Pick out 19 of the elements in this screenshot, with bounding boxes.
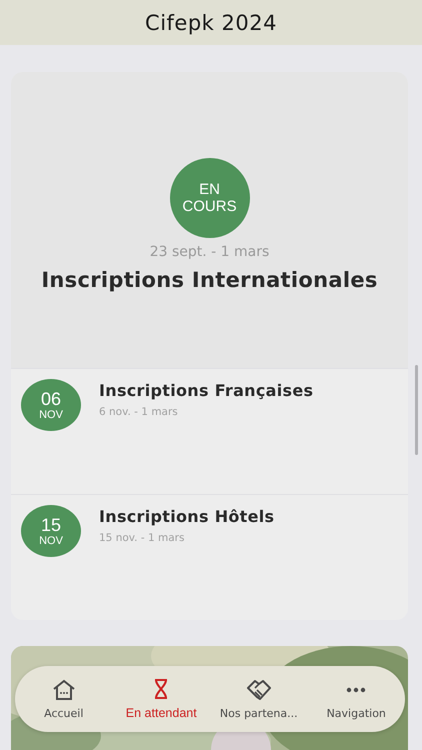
featured-event[interactable]: EN COURS 23 sept. - 1 mars Inscriptions Internationales	[11, 72, 408, 368]
status-badge: EN COURS	[170, 158, 250, 238]
tab[interactable]: Nos partena...	[212, 678, 305, 720]
handshake-icon	[246, 678, 272, 700]
more-icon	[346, 686, 366, 692]
event-dates: 6 nov. - 1 mars	[99, 406, 179, 418]
house-icon	[52, 678, 76, 700]
event-dates: 15 nov. - 1 mars	[99, 532, 186, 544]
date-badge: 15 NOV	[21, 505, 81, 557]
event-dates: 23 sept. - 1 mars	[150, 244, 270, 260]
hourglass-icon	[153, 678, 170, 700]
event-title: Inscriptions Françaises	[99, 381, 314, 400]
event-title: Inscriptions Hôtels	[99, 507, 274, 526]
tab[interactable]: En attendant	[115, 678, 208, 720]
tab[interactable]: Accueil	[18, 678, 110, 720]
event-title: Inscriptions Internationales	[41, 268, 378, 292]
app-title: Cifepk 2024	[145, 10, 277, 34]
date-badge: 06 NOV	[21, 379, 81, 431]
scrollbar[interactable]	[415, 365, 418, 455]
